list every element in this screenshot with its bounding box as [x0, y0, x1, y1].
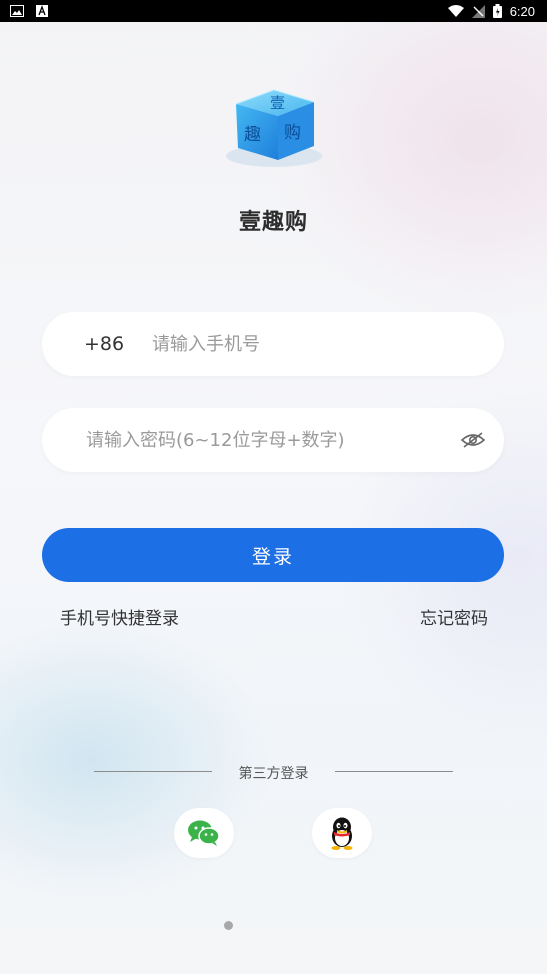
wechat-login-button[interactable] [174, 808, 234, 858]
password-input[interactable] [86, 408, 446, 472]
logo-text-left: 趣 [244, 125, 261, 145]
app-name: 壹趣购 [238, 210, 308, 235]
quick-login-link[interactable]: 手机号快捷登录 [60, 604, 179, 629]
eye-off-icon[interactable] [460, 430, 486, 450]
password-field[interactable] [42, 408, 504, 472]
divider-left [94, 771, 212, 772]
country-code[interactable]: +86 [84, 333, 150, 355]
battery-icon [492, 4, 502, 18]
login-button[interactable]: 登录 [42, 528, 504, 582]
logo-text-right: 购 [284, 123, 301, 143]
image-notification-icon [10, 5, 24, 17]
status-indicators: 6:20 [447, 3, 535, 19]
wechat-icon [188, 820, 220, 846]
app-logo: 壹 趣 购 [222, 80, 326, 172]
page-indicator-dot [224, 921, 233, 930]
font-notification-icon [36, 5, 48, 17]
phone-field[interactable]: +86 [42, 312, 504, 376]
wifi-icon [447, 5, 464, 17]
status-time: 6:20 [509, 3, 535, 19]
qq-icon [331, 817, 353, 850]
divider-right [335, 771, 453, 772]
qq-login-button[interactable] [312, 808, 372, 858]
status-bar: 6:20 [0, 0, 547, 22]
no-signal-icon [471, 4, 485, 18]
forgot-password-link[interactable]: 忘记密码 [420, 604, 488, 629]
third-party-login-title: 第三方登录 [238, 766, 309, 782]
phone-input[interactable] [152, 312, 472, 376]
status-notifications [10, 5, 48, 17]
logo-text-top: 壹 [270, 94, 285, 112]
